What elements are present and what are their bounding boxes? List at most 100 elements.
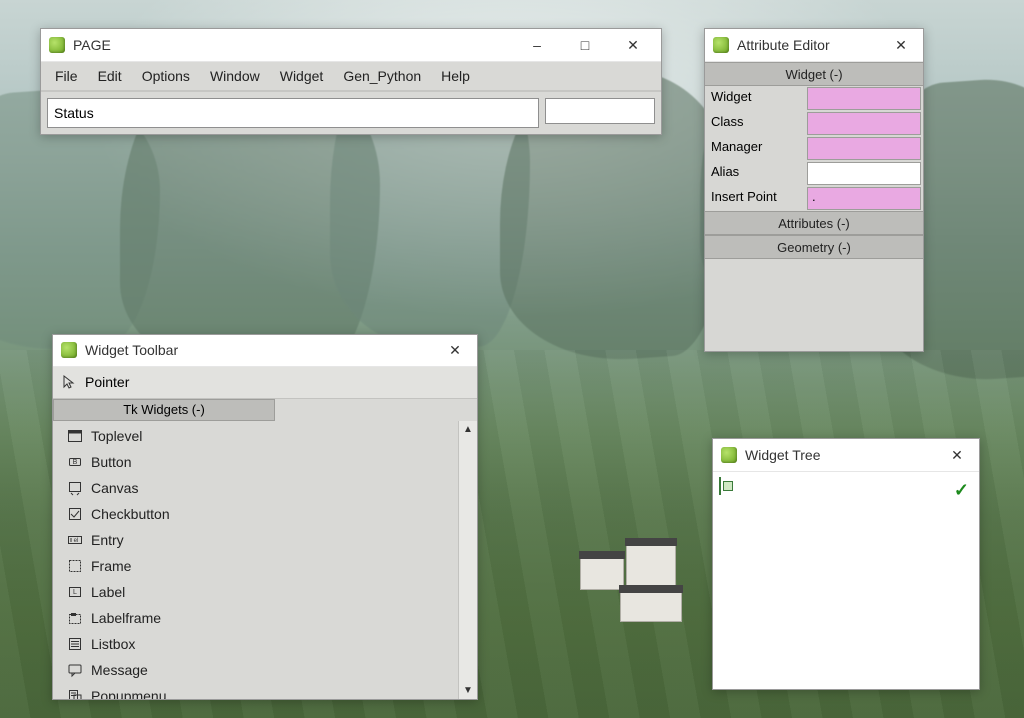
- status-side-field[interactable]: [545, 98, 655, 124]
- attr-label: Class: [705, 111, 807, 136]
- window-title: Widget Toolbar: [85, 342, 178, 358]
- listbox-icon: [67, 636, 83, 652]
- tree-root-icon[interactable]: [719, 477, 721, 495]
- svg-text:L: L: [73, 589, 77, 596]
- attr-row-manager: Manager: [705, 136, 923, 161]
- widget-list: Toplevel B Button Canvas Checkbutton el Entry F…: [53, 421, 458, 699]
- attr-row-widget: Widget: [705, 86, 923, 111]
- widget-item-label: Frame: [91, 558, 131, 574]
- window-title: Attribute Editor: [737, 37, 830, 53]
- menu-window[interactable]: Window: [200, 64, 270, 88]
- checkbutton-icon: [67, 506, 83, 522]
- menu-file[interactable]: File: [45, 64, 88, 88]
- widget-item-label: Message: [91, 662, 148, 678]
- scroll-up-button[interactable]: ▲: [459, 421, 477, 439]
- close-button[interactable]: ✕: [943, 439, 971, 471]
- widget-item-popupmenu[interactable]: Popupmenu: [53, 683, 458, 699]
- menu-options[interactable]: Options: [132, 64, 200, 88]
- menu-gen-python[interactable]: Gen_Python: [333, 64, 431, 88]
- attr-value-input[interactable]: [807, 137, 921, 160]
- menu-help[interactable]: Help: [431, 64, 480, 88]
- widget-tree-body[interactable]: ✓: [713, 472, 979, 689]
- widget-tree-window[interactable]: Widget Tree ✕ ✓: [712, 438, 980, 690]
- widget-item-label: Listbox: [91, 636, 135, 652]
- titlebar[interactable]: Widget Toolbar ✕: [53, 335, 477, 367]
- message-icon: [67, 662, 83, 678]
- widget-item-label: Checkbutton: [91, 506, 170, 522]
- popupmenu-icon: [67, 688, 83, 699]
- labelframe-icon: [67, 610, 83, 626]
- widget-item-message[interactable]: Message: [53, 657, 458, 683]
- maximize-button[interactable]: □: [565, 29, 605, 61]
- menubar: FileEditOptionsWindowWidgetGen_PythonHel…: [41, 62, 661, 91]
- label-icon: L: [67, 584, 83, 600]
- svg-text:el: el: [74, 538, 79, 544]
- minimize-button[interactable]: –: [517, 29, 557, 61]
- widget-item-button[interactable]: B Button: [53, 449, 458, 475]
- widget-item-toplevel[interactable]: Toplevel: [53, 423, 458, 449]
- attr-row-class: Class: [705, 111, 923, 136]
- app-icon: [49, 37, 65, 53]
- widget-item-label: Toplevel: [91, 428, 142, 444]
- pointer-label: Pointer: [85, 374, 129, 390]
- close-button[interactable]: ✕: [441, 335, 469, 366]
- close-button[interactable]: ✕: [613, 29, 653, 61]
- status-row: Status: [41, 91, 661, 134]
- app-icon: [61, 342, 77, 358]
- attr-label: Insert Point: [705, 186, 807, 211]
- widget-item-frame[interactable]: Frame: [53, 553, 458, 579]
- titlebar[interactable]: PAGE – □ ✕: [41, 29, 661, 62]
- scrollbar[interactable]: ▲ ▼: [458, 421, 477, 699]
- menu-widget[interactable]: Widget: [270, 64, 334, 88]
- attr-label: Manager: [705, 136, 807, 161]
- scroll-down-button[interactable]: ▼: [459, 681, 477, 699]
- tk-widgets-header[interactable]: Tk Widgets (-): [53, 399, 275, 421]
- entry-icon: el: [67, 532, 83, 548]
- attribute-editor-window[interactable]: Attribute Editor ✕ Widget (-) WidgetClas…: [704, 28, 924, 352]
- desktop: PAGE – □ ✕ FileEditOptionsWindowWidgetGe…: [0, 0, 1024, 718]
- widget-item-label: Entry: [91, 532, 124, 548]
- toplevel-icon: [67, 428, 83, 444]
- titlebar[interactable]: Attribute Editor ✕: [705, 29, 923, 62]
- checkmark-icon: ✓: [954, 480, 969, 501]
- attr-value-input[interactable]: [807, 87, 921, 110]
- app-icon: [713, 37, 729, 53]
- section-geometry-header[interactable]: Geometry (-): [705, 235, 923, 259]
- close-button[interactable]: ✕: [887, 29, 915, 61]
- widget-item-labelframe[interactable]: Labelframe: [53, 605, 458, 631]
- attribute-editor-blank-area: [705, 259, 923, 351]
- attr-label: Widget: [705, 86, 807, 111]
- widget-item-label: Labelframe: [91, 610, 161, 626]
- titlebar[interactable]: Widget Tree ✕: [713, 439, 979, 472]
- attr-value-input[interactable]: [807, 162, 921, 185]
- section-attributes-header[interactable]: Attributes (-): [705, 211, 923, 235]
- menu-edit[interactable]: Edit: [88, 64, 132, 88]
- button-icon: B: [67, 454, 83, 470]
- canvas-icon: [67, 480, 83, 496]
- status-field[interactable]: Status: [47, 98, 539, 128]
- background-art: [580, 558, 624, 590]
- page-main-window[interactable]: PAGE – □ ✕ FileEditOptionsWindowWidgetGe…: [40, 28, 662, 135]
- section-widget-header[interactable]: Widget (-): [705, 62, 923, 86]
- attr-value-input[interactable]: [807, 112, 921, 135]
- widget-item-listbox[interactable]: Listbox: [53, 631, 458, 657]
- widget-toolbar-window[interactable]: Widget Toolbar ✕ Pointer Tk Widgets (-) …: [52, 334, 478, 700]
- widget-item-checkbutton[interactable]: Checkbutton: [53, 501, 458, 527]
- background-art: [626, 545, 676, 587]
- widget-item-canvas[interactable]: Canvas: [53, 475, 458, 501]
- pointer-icon: [61, 374, 77, 390]
- scroll-track[interactable]: [459, 439, 477, 681]
- svg-text:B: B: [73, 459, 78, 466]
- attr-row-insert-point: Insert Point.: [705, 186, 923, 211]
- widget-item-label: Button: [91, 454, 131, 470]
- pointer-tool[interactable]: Pointer: [53, 367, 477, 399]
- window-title: Widget Tree: [745, 447, 820, 463]
- background-art: [620, 592, 682, 622]
- app-icon: [721, 447, 737, 463]
- attr-value-input[interactable]: .: [807, 187, 921, 210]
- widget-item-entry[interactable]: el Entry: [53, 527, 458, 553]
- widget-item-label: Label: [91, 584, 125, 600]
- widget-item-label: Popupmenu: [91, 688, 167, 699]
- status-text: Status: [54, 105, 94, 121]
- widget-item-label[interactable]: L Label: [53, 579, 458, 605]
